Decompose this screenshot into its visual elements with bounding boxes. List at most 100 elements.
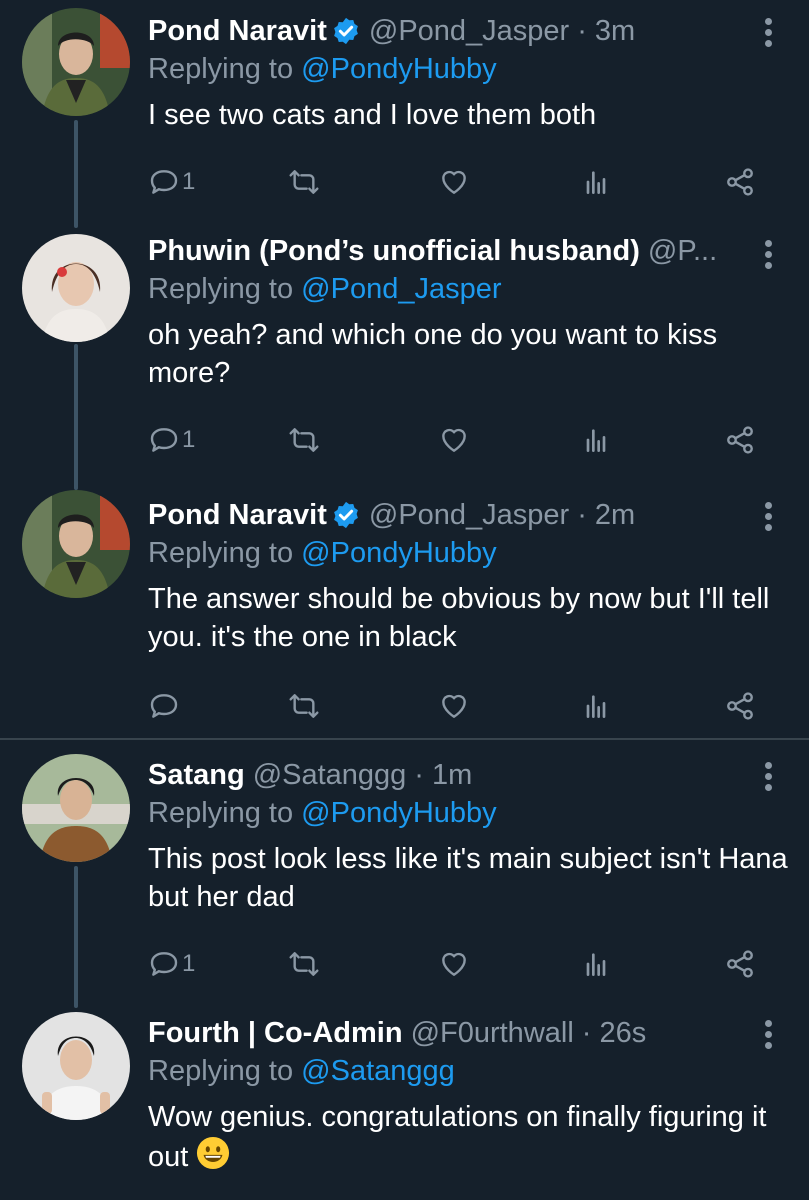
retweet-button[interactable] xyxy=(288,686,320,726)
tweet-actions: 1 xyxy=(148,162,768,202)
like-button[interactable] xyxy=(438,944,470,984)
more-vertical-icon xyxy=(765,762,775,791)
tweet-text: oh yeah? and which one do you want to ki… xyxy=(148,319,718,389)
stats-icon xyxy=(586,429,606,452)
retweet-button[interactable] xyxy=(288,162,320,202)
more-vertical-icon xyxy=(765,240,775,269)
mention-link[interactable]: @PondyHubby xyxy=(301,797,497,829)
mention-link[interactable]: @PondyHubby xyxy=(301,537,497,569)
verified-badge-icon xyxy=(334,501,358,529)
thread-connector xyxy=(74,866,78,1008)
retweet-button[interactable] xyxy=(288,420,320,460)
user-handle[interactable]: @P... xyxy=(648,232,717,270)
reply-button[interactable] xyxy=(148,686,180,726)
avatar[interactable] xyxy=(22,8,130,116)
timestamp[interactable]: 26s xyxy=(599,1014,646,1052)
share-button[interactable] xyxy=(724,162,756,202)
separator-dot: · xyxy=(577,499,587,531)
like-button[interactable] xyxy=(438,686,470,726)
reply-icon xyxy=(150,694,178,718)
tweet-text: Wow genius. congratulations on finally f… xyxy=(148,1101,767,1173)
timestamp[interactable]: 2m xyxy=(595,496,635,534)
reply-count: 1 xyxy=(182,950,196,977)
avatar[interactable] xyxy=(22,490,130,598)
more-options-button[interactable] xyxy=(765,762,775,795)
heart-icon xyxy=(442,428,466,452)
replying-to: Replying to @PondyHubby xyxy=(148,50,789,88)
share-icon xyxy=(727,950,753,978)
thread-connector xyxy=(74,344,78,490)
reply-button[interactable]: 1 xyxy=(148,162,195,202)
stats-icon xyxy=(586,953,606,976)
reply-button[interactable]: 1 xyxy=(148,944,195,984)
grinning-face-emoji xyxy=(197,1136,230,1170)
separator-dot: · xyxy=(581,1017,592,1049)
like-button[interactable] xyxy=(438,420,470,460)
separator-dot: · xyxy=(414,759,424,791)
replying-to: Replying to @PondyHubby xyxy=(148,794,789,832)
stats-button[interactable] xyxy=(580,162,612,202)
replying-to: Replying to @Pond_Jasper xyxy=(148,270,789,308)
like-button[interactable] xyxy=(438,162,470,202)
display-name[interactable]: Pond Naravit xyxy=(148,496,327,534)
retweet-icon xyxy=(289,952,319,976)
user-handle[interactable]: @Pond_Jasper xyxy=(369,12,569,50)
display-name[interactable]: Fourth | Co-Admin xyxy=(148,1014,403,1052)
user-handle[interactable]: @Satanggg xyxy=(253,756,407,794)
reply-count: 1 xyxy=(182,426,196,453)
mention-link[interactable]: @Pond_Jasper xyxy=(301,273,501,305)
tweet-text: This post look less like it's main subje… xyxy=(148,843,788,913)
tweet-text-container: Wow genius. congratulations on finally f… xyxy=(148,1098,789,1176)
mention-link[interactable]: @Satanggg xyxy=(301,1055,455,1087)
more-vertical-icon xyxy=(765,502,775,531)
share-icon xyxy=(727,426,753,454)
tweet-text: I see two cats and I love them both xyxy=(148,99,597,131)
replying-to-label: Replying to xyxy=(148,53,302,85)
share-button[interactable] xyxy=(724,944,756,984)
separator-dot: · xyxy=(577,15,587,47)
share-button[interactable] xyxy=(724,686,756,726)
replying-to-label: Replying to xyxy=(148,273,302,305)
heart-icon xyxy=(442,694,466,718)
tweet-actions: 1 xyxy=(148,420,768,460)
retweet-icon xyxy=(289,428,319,452)
stats-icon xyxy=(586,171,606,194)
replying-to: Replying to @Satanggg xyxy=(148,1052,789,1090)
reply-icon xyxy=(150,952,178,976)
timestamp[interactable]: 3m xyxy=(595,12,635,50)
more-options-button[interactable] xyxy=(765,240,775,273)
more-options-button[interactable] xyxy=(765,18,775,51)
tweet[interactable]: Phuwin (Pond’s unofficial husband) @P...… xyxy=(0,230,809,482)
share-icon xyxy=(727,168,753,196)
stats-button[interactable] xyxy=(580,420,612,460)
more-vertical-icon xyxy=(765,1020,775,1049)
avatar[interactable] xyxy=(22,1012,130,1120)
display-name[interactable]: Pond Naravit xyxy=(148,12,327,50)
tweet[interactable]: Satang @Satanggg · 1m Replying to @Pondy… xyxy=(0,740,809,992)
timestamp[interactable]: 1m xyxy=(432,756,472,794)
share-button[interactable] xyxy=(724,420,756,460)
tweet[interactable]: Pond Naravit @Pond_Jasper · 3m Replying … xyxy=(0,0,809,230)
replying-to-label: Replying to xyxy=(148,1055,302,1087)
more-options-button[interactable] xyxy=(765,1020,775,1053)
reply-count: 1 xyxy=(182,168,196,195)
display-name[interactable]: Phuwin (Pond’s unofficial husband) xyxy=(148,232,640,270)
avatar[interactable] xyxy=(22,234,130,342)
avatar[interactable] xyxy=(22,754,130,862)
tweet[interactable]: Pond Naravit @Pond_Jasper · 2m Replying … xyxy=(0,482,809,736)
user-handle[interactable]: @F0urthwall xyxy=(411,1014,574,1052)
more-options-button[interactable] xyxy=(765,502,775,535)
user-handle[interactable]: @Pond_Jasper xyxy=(369,496,569,534)
retweet-button[interactable] xyxy=(288,944,320,984)
stats-button[interactable] xyxy=(580,944,612,984)
reply-icon xyxy=(150,170,178,194)
more-vertical-icon xyxy=(765,18,775,47)
replying-to-label: Replying to xyxy=(148,797,302,829)
tweet-text: The answer should be obvious by now but … xyxy=(148,583,770,653)
retweet-icon xyxy=(289,694,319,718)
display-name[interactable]: Satang xyxy=(148,756,245,794)
reply-button[interactable]: 1 xyxy=(148,420,195,460)
mention-link[interactable]: @PondyHubby xyxy=(301,53,497,85)
stats-button[interactable] xyxy=(580,686,612,726)
tweet[interactable]: Fourth | Co-Admin @F0urthwall · 26s Repl… xyxy=(0,996,809,1200)
